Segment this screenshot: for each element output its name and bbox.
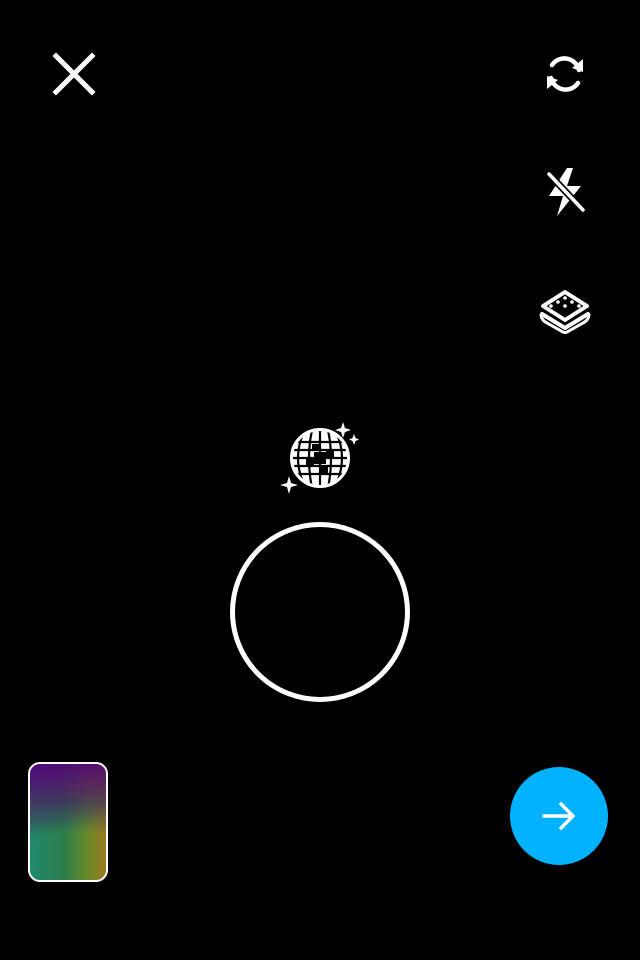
gallery-thumbnail[interactable] bbox=[28, 762, 108, 882]
flash-toggle-button[interactable] bbox=[541, 166, 589, 218]
flash-off-icon bbox=[541, 166, 589, 218]
effect-button[interactable] bbox=[279, 420, 363, 498]
layers-icon bbox=[537, 286, 593, 338]
flip-camera-button[interactable] bbox=[541, 50, 589, 98]
disco-ball-icon bbox=[279, 420, 363, 498]
camera-screen bbox=[0, 0, 640, 960]
flip-camera-icon bbox=[541, 50, 589, 98]
layers-button[interactable] bbox=[537, 286, 593, 338]
shutter-button[interactable] bbox=[230, 522, 410, 702]
arrow-right-icon bbox=[539, 796, 579, 836]
close-button[interactable] bbox=[50, 50, 98, 98]
close-icon bbox=[50, 50, 98, 98]
next-button[interactable] bbox=[510, 767, 608, 865]
